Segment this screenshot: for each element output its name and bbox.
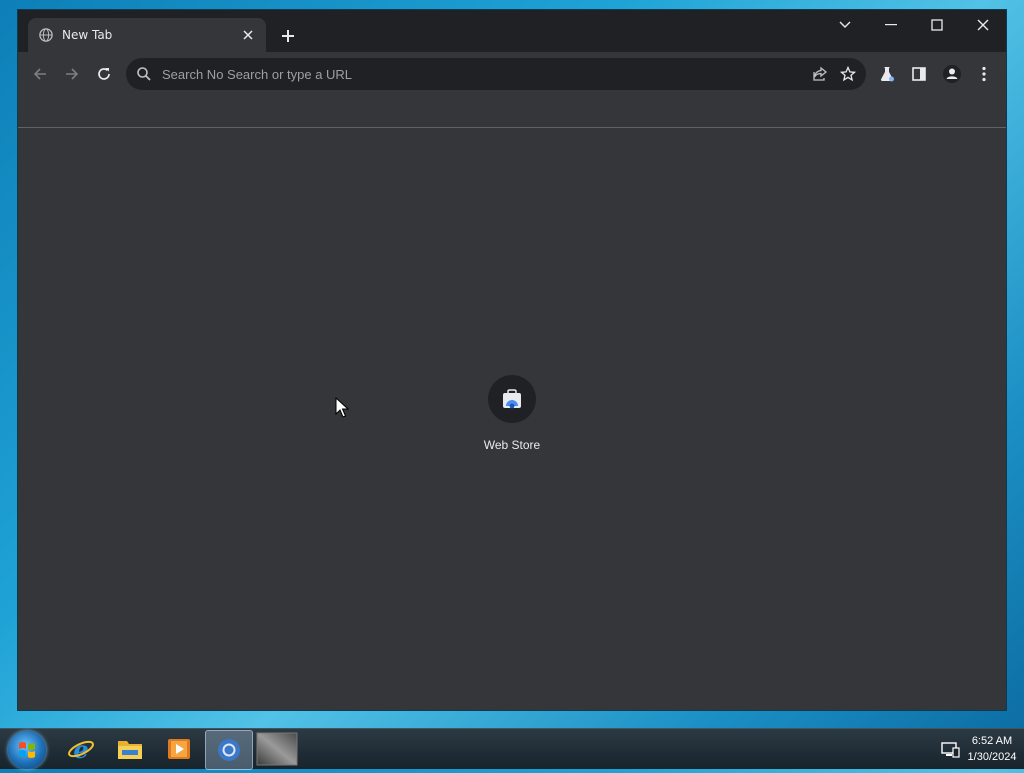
network-icon[interactable] [940, 739, 960, 759]
maximize-icon [931, 19, 943, 31]
clock-time: 6:52 AM [971, 735, 1013, 747]
tab-close-button[interactable] [236, 23, 260, 47]
chevron-down-icon [839, 21, 851, 28]
back-button[interactable] [26, 60, 54, 88]
taskbar-internet-explorer[interactable]: e [58, 730, 104, 768]
close-icon [977, 19, 989, 31]
bookmark-star-button[interactable] [834, 60, 862, 88]
share-button[interactable] [806, 60, 834, 88]
globe-icon [39, 28, 53, 42]
windows-logo-icon [19, 742, 35, 758]
system-clock[interactable]: 6:52 AM 1/30/2024 [962, 733, 1022, 765]
minimize-button[interactable] [868, 10, 914, 40]
shortcut-label: Web Store [483, 438, 541, 452]
flask-icon [880, 67, 894, 82]
taskbar-file-explorer[interactable] [107, 730, 153, 768]
share-icon [813, 66, 828, 81]
app-thumbnail-icon [256, 732, 298, 766]
start-button[interactable] [8, 731, 46, 769]
labs-button[interactable] [873, 60, 901, 88]
taskbar-media-player[interactable] [156, 730, 202, 768]
arrow-left-icon [33, 68, 46, 80]
new-tab-page: Web Store [18, 128, 1006, 710]
close-window-button[interactable] [960, 10, 1006, 40]
taskbar-app-thumbnail[interactable] [254, 730, 300, 768]
internet-explorer-icon: e [68, 735, 94, 763]
taskbar-chrome[interactable] [205, 730, 253, 770]
tab-strip: New Tab [18, 10, 1006, 52]
chrome-icon [218, 739, 240, 761]
tab-search-button[interactable] [822, 10, 868, 40]
reload-button[interactable] [90, 60, 118, 88]
search-icon [137, 67, 151, 81]
clock-date: 1/30/2024 [967, 751, 1017, 763]
close-icon [243, 30, 253, 40]
more-vertical-icon [982, 66, 986, 82]
svg-text:e: e [73, 735, 88, 763]
plus-icon [282, 30, 294, 42]
mouse-cursor-icon [335, 397, 349, 418]
bookmark-bar [18, 96, 1006, 128]
address-bar[interactable] [126, 58, 866, 90]
arrow-right-icon [66, 68, 79, 80]
minimize-icon [885, 24, 897, 26]
reload-icon [98, 68, 110, 80]
star-icon [840, 66, 856, 82]
media-player-icon [168, 739, 190, 759]
maximize-button[interactable] [914, 10, 960, 40]
forward-button[interactable] [58, 60, 86, 88]
new-tab-button[interactable] [276, 24, 300, 48]
web-store-icon [503, 389, 521, 409]
avatar-icon [943, 65, 961, 83]
address-input[interactable] [162, 66, 806, 82]
menu-button[interactable] [970, 60, 998, 88]
side-panel-button[interactable] [905, 60, 933, 88]
file-explorer-icon [118, 741, 142, 759]
taskbar: e 6:52 AM 1/30/2024 [0, 728, 1024, 770]
tab-new-tab[interactable]: New Tab [28, 18, 266, 52]
shortcut-web-store[interactable]: Web Store [470, 375, 554, 465]
browser-toolbar [18, 52, 1006, 96]
shortcut-tile [488, 375, 536, 423]
browser-window: New Tab Search No Search or type a URL W… [18, 10, 1006, 710]
side-panel-icon [912, 67, 926, 81]
tab-title: New Tab [62, 28, 113, 42]
profile-button[interactable] [938, 60, 966, 88]
